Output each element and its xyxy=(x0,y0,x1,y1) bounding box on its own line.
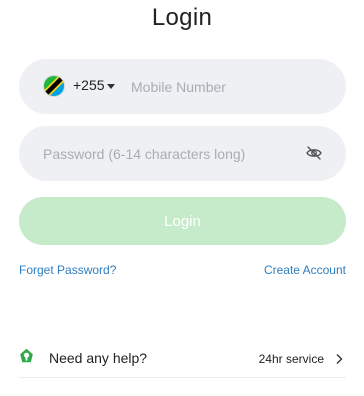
chevron-right-icon xyxy=(334,352,344,364)
login-button[interactable]: Login xyxy=(19,197,346,245)
phone-field: +255 xyxy=(19,59,346,114)
service-hours-text: 24hr service xyxy=(258,352,324,366)
page-title: Login xyxy=(151,4,213,31)
help-row[interactable]: Need any help? 24hr service xyxy=(19,342,346,378)
caret-down-icon[interactable] xyxy=(107,84,115,89)
help-label: Need any help? xyxy=(49,350,148,366)
tanzania-flag-icon[interactable] xyxy=(43,75,65,97)
mobile-number-input[interactable] xyxy=(131,77,321,97)
country-code[interactable]: +255 xyxy=(73,77,105,93)
eye-off-icon[interactable] xyxy=(305,144,323,162)
support-icon xyxy=(19,348,34,363)
create-account-link[interactable]: Create Account xyxy=(264,263,346,277)
password-field xyxy=(19,126,346,181)
password-input[interactable] xyxy=(43,144,298,164)
forgot-password-link[interactable]: Forget Password? xyxy=(19,263,116,277)
